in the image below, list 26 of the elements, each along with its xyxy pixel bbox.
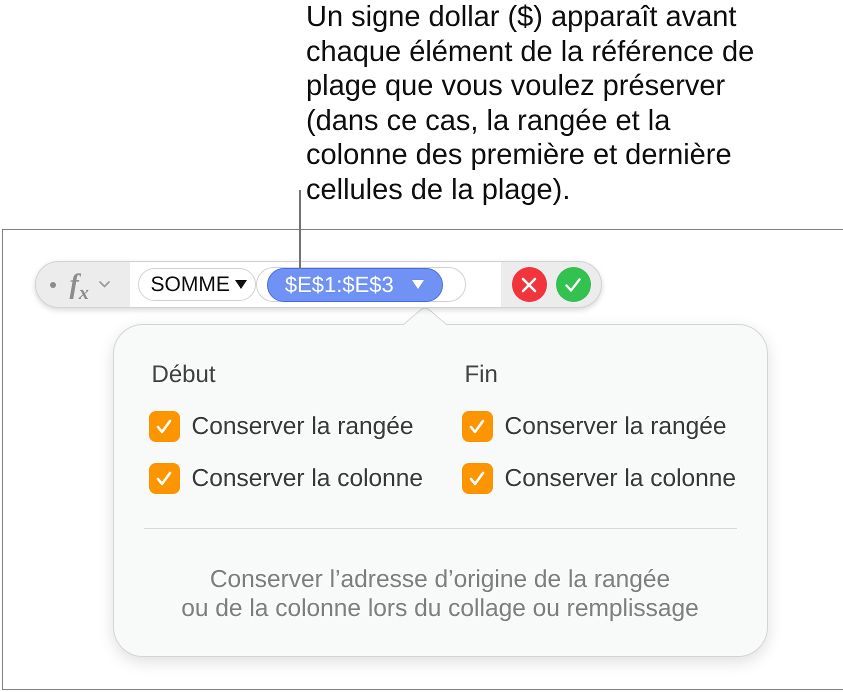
checkmark-icon <box>469 471 485 486</box>
checkmark-icon <box>469 419 485 434</box>
accept-button[interactable] <box>556 267 590 302</box>
checkbox[interactable] <box>462 463 492 494</box>
handle-dot-icon[interactable] <box>50 282 56 288</box>
chevron-down-icon <box>98 281 110 288</box>
checkbox-label[interactable]: Conserver la rangée <box>504 412 726 442</box>
group-heading: Fin <box>464 362 498 388</box>
formula-field[interactable]: SOMME $E$1:$E$3 <box>130 262 500 307</box>
caret-down-icon <box>234 280 247 289</box>
checkbox-label[interactable]: Conserver la colonne <box>192 464 424 494</box>
group-heading: Début <box>152 362 216 388</box>
close-icon <box>521 276 537 292</box>
help-text: Conserver l’adresse d’origine de la rangée ou de la colonne lors du collage ou remplissage <box>180 565 700 623</box>
checkbox[interactable] <box>148 411 180 442</box>
function-token[interactable]: SOMME <box>138 268 256 301</box>
checkmark-icon <box>156 419 172 434</box>
checkbox[interactable] <box>148 463 180 494</box>
cancel-button[interactable] <box>512 267 546 302</box>
checkbox-label[interactable]: Conserver la colonne <box>504 464 736 494</box>
checkbox-label[interactable]: Conserver la rangée <box>192 412 414 442</box>
checkbox[interactable] <box>462 411 492 442</box>
callout-text: Un signe dollar ($) apparaît avant chaque élément de la référence de plage que vous voulez préserver (dans ce cas, la rangée et la colonne des première et dernière cellules de la plage). <box>306 0 754 207</box>
checkmark-icon <box>565 276 581 292</box>
checkmark-icon <box>156 471 172 486</box>
caret-down-icon <box>412 280 424 289</box>
